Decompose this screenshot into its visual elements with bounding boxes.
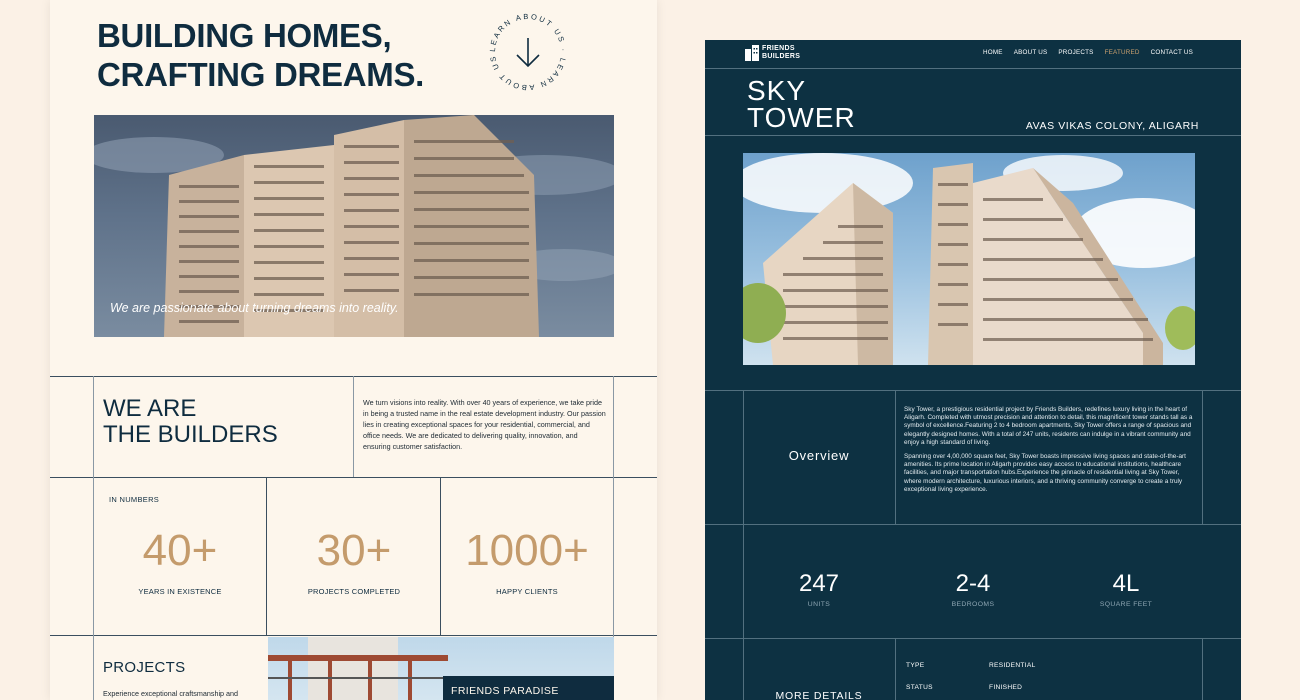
hero-title: BUILDING HOMES, CRAFTING DREAMS.	[97, 17, 425, 93]
hero-building-image: We are passionate about turning dreams i…	[94, 115, 614, 337]
divider	[895, 638, 896, 700]
project-image	[743, 153, 1195, 365]
overview-paragraph: Sky Tower, a prestigious residential pro…	[904, 406, 1193, 446]
nav-home[interactable]: HOME	[983, 49, 1003, 56]
stat-label: PROJECTS COMPLETED	[307, 587, 401, 596]
logo-icon	[745, 45, 759, 61]
detail-key: TYPE	[906, 662, 925, 669]
arrow-down-icon	[516, 38, 540, 68]
overview-description: Sky Tower, a prestigious residential pro…	[904, 406, 1194, 500]
divider	[895, 390, 896, 524]
builders-heading: WE ARE THE BUILDERS	[103, 395, 278, 448]
numbers-label: IN NUMBERS	[109, 495, 160, 504]
divider	[353, 376, 354, 477]
divider	[50, 635, 657, 636]
landing-page-preview: BUILDING HOMES, CRAFTING DREAMS. LEARN A…	[50, 0, 657, 700]
builders-description: We turn visions into reality. With over …	[363, 398, 606, 451]
nav-about-us[interactable]: ABOUT US	[1014, 49, 1048, 56]
stat-label: YEARS IN EXISTENCE	[138, 587, 222, 596]
stat-units: 247 UNITS	[754, 570, 884, 608]
overview-heading: Overview	[788, 448, 850, 463]
stat-value: 30+	[316, 526, 392, 575]
detail-row: STATUS FINISHED	[906, 684, 1022, 691]
projects-heading: PROJECTS	[103, 659, 186, 676]
divider	[1202, 390, 1203, 524]
stat-label: SQUARE FEET	[1099, 601, 1153, 608]
nav-contact-us[interactable]: CONTACT US	[1151, 49, 1193, 56]
svg-text:LEARN ABOUT US · LEARN ABOUT U: LEARN ABOUT US · LEARN ABOUT US ·	[486, 10, 568, 92]
project-caption[interactable]: FRIENDS PARADISE	[443, 676, 614, 700]
stat-value: 4L	[1112, 570, 1140, 597]
stat-label: UNITS	[807, 601, 831, 608]
divider	[705, 524, 1241, 525]
divider	[743, 390, 744, 700]
top-nav: HOME ABOUT US PROJECTS FEATURED CONTACT …	[983, 49, 1193, 56]
project-detail-preview: FRIENDS BUILDERS HOME ABOUT US PROJECTS …	[705, 40, 1241, 700]
detail-row: TYPE RESIDENTIAL	[906, 662, 1036, 669]
nav-featured[interactable]: FEATURED	[1105, 49, 1140, 56]
stat-label: HAPPY CLIENTS	[496, 587, 558, 596]
divider	[705, 638, 1241, 639]
detail-key: STATUS	[906, 684, 933, 691]
stat-square-feet: 4L SQUARE FEET	[1061, 570, 1191, 608]
divider	[93, 376, 94, 700]
learn-about-us-badge[interactable]: LEARN ABOUT US · LEARN ABOUT US ·	[484, 3, 570, 94]
divider	[705, 390, 1241, 391]
detail-value: FINISHED	[989, 684, 1023, 691]
stat-value: 40+	[142, 526, 218, 575]
divider	[50, 477, 657, 478]
nav-projects[interactable]: PROJECTS	[1058, 49, 1093, 56]
stat-value: 247	[798, 570, 840, 597]
logo[interactable]: FRIENDS BUILDERS	[745, 45, 800, 61]
logo-text: FRIENDS BUILDERS	[762, 45, 801, 60]
detail-value: RESIDENTIAL	[989, 662, 1036, 669]
stat-value: 1000+	[465, 526, 589, 575]
project-location: AVAS VIKAS COLONY, ALIGARH	[1025, 120, 1199, 132]
divider	[705, 135, 1241, 136]
divider	[705, 68, 1241, 69]
stat-value: 2-4	[955, 570, 991, 597]
hero-caption: We are passionate about turning dreams i…	[110, 301, 399, 315]
divider	[266, 477, 267, 635]
stat-bedrooms: 2-4 BEDROOMS	[908, 570, 1038, 608]
badge-ring: LEARN ABOUT US · LEARN ABOUT US ·	[484, 3, 568, 92]
badge-text: LEARN ABOUT US · LEARN ABOUT US ·	[484, 3, 566, 92]
project-title: SKY TOWER	[747, 75, 856, 133]
more-details-heading: MORE DETAILS	[775, 690, 863, 700]
divider	[440, 477, 441, 635]
overview-paragraph: Spanning over 4,00,000 square feet, Sky …	[904, 453, 1186, 493]
divider	[1202, 638, 1203, 700]
projects-description: Experience exceptional craftsmanship and	[103, 689, 239, 698]
stat-label: BEDROOMS	[951, 601, 995, 608]
